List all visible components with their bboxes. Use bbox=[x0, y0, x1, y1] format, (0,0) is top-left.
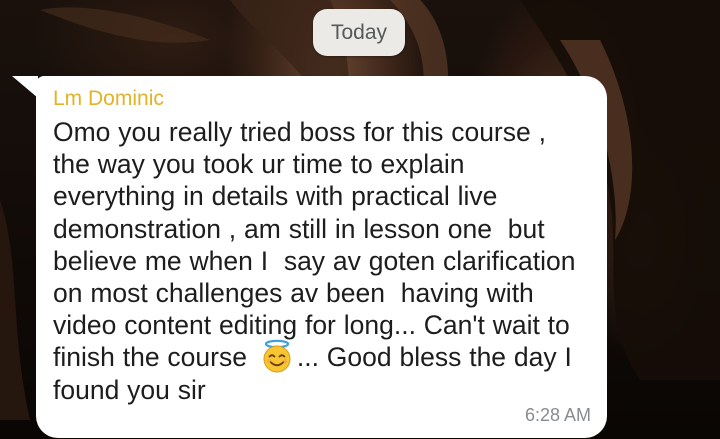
date-separator-chip: Today bbox=[313, 9, 405, 56]
message-text-part-1: Omo you really tried boss for this cours… bbox=[53, 117, 576, 373]
message-bubble-tail bbox=[12, 76, 38, 98]
date-separator-label: Today bbox=[330, 20, 388, 44]
smiling-face-with-halo-icon bbox=[259, 340, 295, 373]
message-text: Omo you really tried boss for this cours… bbox=[53, 116, 587, 406]
message-timestamp: 6:28 AM bbox=[524, 405, 591, 425]
incoming-message-bubble[interactable]: Lm Dominic Omo you really tried boss for… bbox=[36, 76, 607, 438]
sender-name[interactable]: Lm Dominic bbox=[53, 86, 587, 112]
